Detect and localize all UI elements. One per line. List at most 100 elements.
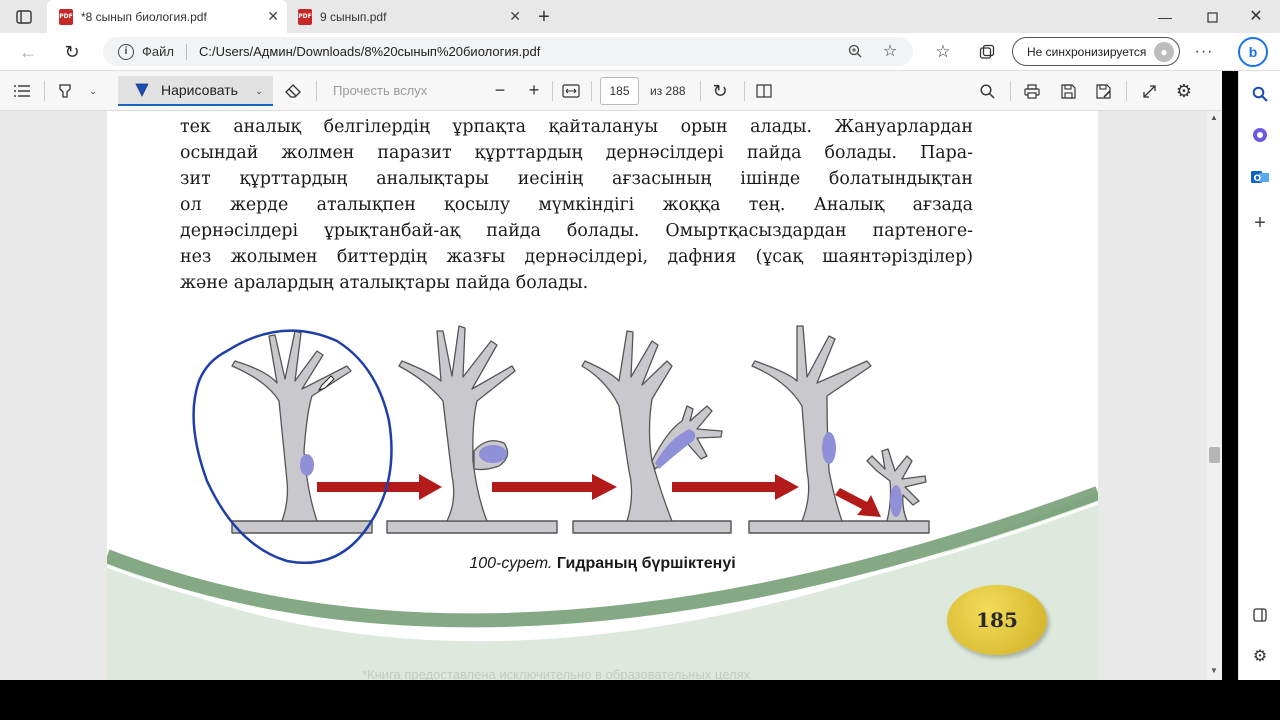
close-window-icon[interactable]: ✕ [1246,7,1266,25]
pdf-page: тек аналық белгілердің ұрпақта қайталану… [107,111,1098,680]
eraser-icon[interactable] [283,81,303,101]
scroll-up-icon[interactable]: ▲ [1210,113,1218,122]
arrow-right [672,474,799,500]
toolbar-divider [700,81,701,101]
text-line: және аралардың аталықтары пайда болады. [180,273,589,293]
sync-label: Не синхронизируется [1027,44,1147,59]
tab-title: *8 сынып биология.pdf [81,9,207,24]
back-icon[interactable]: ← [18,42,38,62]
tab-actions-icon[interactable] [14,8,34,26]
pdf-icon: PDF [298,8,312,25]
toolbar-divider [1126,81,1127,101]
scroll-thumb[interactable] [1209,447,1220,463]
favorites-icon[interactable]: ☆ [932,41,954,63]
pdf-icon: PDF [59,8,73,25]
info-icon[interactable]: i [118,43,134,60]
collections-icon[interactable] [976,41,998,63]
scheme-label: Файл [142,44,174,59]
gear-icon[interactable]: ⚙ [1249,645,1271,667]
pen-icon [133,81,151,99]
arrow-right [317,474,442,500]
draw-label: Нарисовать [161,82,238,98]
figure-caption: 100-сурет. Гидраның бүршіктенуі [107,555,1098,573]
gear-icon[interactable]: ⚙ [1173,80,1195,102]
new-tab-icon[interactable]: + [533,6,555,28]
text-line: осындай жолмен паразит құрттардың дернәс… [180,143,973,163]
page-total: из 288 [650,84,686,98]
fit-width-icon[interactable] [560,81,582,101]
search-icon[interactable] [1249,83,1271,105]
hydra-budding-figure [192,325,930,565]
print-icon[interactable] [1021,80,1043,102]
toolbar-divider [316,81,317,101]
text-line: ол жерде аталықпен қосылу мүмкіндігі жоқ… [180,195,973,215]
avatar-icon: ● [1154,42,1174,62]
zoom-in-icon[interactable]: + [524,80,544,100]
arrow-right [492,474,617,500]
chevron-down-icon[interactable]: ⌄ [253,84,265,98]
bud-spot [822,432,836,464]
url-divider [185,43,187,60]
add-icon[interactable]: + [1249,212,1271,234]
fullscreen-icon[interactable] [1138,80,1160,102]
pdf-viewer: тек аналық белгілердің ұрпақта қайталану… [0,111,1222,680]
edge-sidebar: O + ⚙ [1238,71,1280,680]
draw-button[interactable]: Нарисовать ⌄ [118,76,273,106]
caption-title: Гидраның бүршіктенуі [556,555,736,572]
zoom-icon[interactable] [847,43,863,59]
pdf-toolbar: ⌄ Нарисовать ⌄ Прочесть вслух − + 185 из… [0,71,1222,111]
tab-title: 9 сынып.pdf [320,9,387,24]
base-plate [572,520,732,534]
save-as-icon[interactable] [1093,80,1115,102]
text-line: тек аналық белгілердің ұрпақта қайталану… [180,117,973,137]
more-icon[interactable]: ··· [1193,41,1215,63]
base-plate [386,520,558,534]
chevron-down-icon[interactable]: ⌄ [87,83,99,99]
watermark-text: *Книга предоставлена исключительно в обр… [362,667,751,680]
toolbar-divider [44,81,45,101]
url-field[interactable]: i Файл C:/Users/Админ/Downloads/8%20сыны… [103,37,913,66]
sync-button[interactable]: Не синхронизируется ● [1012,37,1180,66]
page-number-text: 185 [976,608,1018,632]
text-line: дернәсілдері ұрықтанбай-ақ пайда болады.… [180,221,973,241]
bud-spot [479,445,507,463]
rotate-icon[interactable]: ↻ [709,80,731,102]
toolbar-divider [744,81,745,101]
page-number-input[interactable]: 185 [600,77,639,105]
favorite-add-icon[interactable]: ☆ [881,42,899,60]
tab-bar: PDF *8 сынып биология.pdf ✕ PDF 9 сынып.… [0,0,1280,33]
body-text: тек аналық белгілердің ұрпақта қайталану… [180,114,973,296]
toolbar-divider [552,81,553,101]
address-bar: ← ↻ i Файл C:/Users/Админ/Downloads/8%20… [0,33,1280,71]
caption-number: 100-сурет. [469,555,553,572]
search-icon[interactable] [976,80,998,102]
toolbar-divider [591,81,592,101]
minimize-icon[interactable]: — [1155,8,1175,26]
copilot-icon[interactable] [1249,124,1271,146]
read-aloud-button[interactable]: Прочесть вслух [333,83,427,98]
refresh-icon[interactable]: ↻ [61,41,83,63]
zoom-out-icon[interactable]: − [490,80,510,100]
page-number-badge: 185 [947,585,1047,655]
base-plate [231,520,373,534]
sidebar-toggle-icon[interactable] [1249,604,1271,626]
close-icon[interactable]: ✕ [509,8,521,25]
bud-spot [890,485,902,517]
tab-9-synyp[interactable]: PDF 9 сынып.pdf ✕ [289,0,529,33]
close-icon[interactable]: ✕ [267,8,279,25]
outlook-icon[interactable]: O [1249,166,1271,188]
toolbar-divider [1010,81,1011,101]
maximize-icon[interactable] [1202,8,1222,26]
bing-icon[interactable]: b [1238,37,1268,67]
scroll-down-icon[interactable]: ▼ [1210,666,1218,675]
base-plate [748,520,930,534]
svg-text:O: O [1254,174,1262,184]
save-icon[interactable] [1057,80,1079,102]
scrollbar[interactable]: ▲ ▼ [1207,111,1222,680]
tab-8-synyp[interactable]: PDF *8 сынып биология.pdf ✕ [47,0,287,33]
page-current: 185 [609,84,630,98]
highlight-icon[interactable] [55,81,75,101]
contents-icon[interactable] [12,81,32,101]
text-line: зит құрттардың аналықтары иесінің ағзасы… [180,169,973,189]
page-view-icon[interactable] [754,81,774,101]
